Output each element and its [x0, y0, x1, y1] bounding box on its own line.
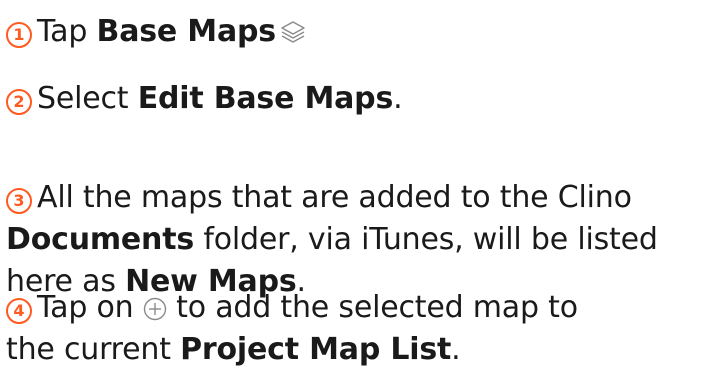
step-text: to add the selected map to: [166, 290, 578, 325]
plus-circle-icon: [143, 297, 167, 321]
edit-base-maps-label: Edit Base Maps: [137, 81, 394, 116]
step-text: Select: [37, 81, 138, 116]
step-number-badge: 1: [6, 22, 32, 48]
step-text: All the maps that are added to the Clino: [37, 180, 632, 215]
project-map-list-label: Project Map List: [180, 332, 452, 367]
step-text: the current: [6, 332, 181, 367]
step-3: 3 All the maps that are added to the Clin…: [6, 177, 658, 303]
step-4: 4 Tap on to add the selected map to the c…: [6, 287, 578, 371]
instruction-steps: 1 Tap Base Maps 2 Select Edit Base Maps. 3…: [0, 0, 701, 378]
step-text: Tap on: [37, 290, 143, 325]
step-text: Tap: [37, 14, 97, 49]
base-maps-label: Base Maps: [96, 14, 277, 49]
step-text: folder, via iTunes, will be listed: [194, 222, 658, 257]
step-number-badge: 4: [6, 298, 32, 324]
layers-icon: [280, 19, 306, 45]
documents-label: Documents: [6, 222, 195, 257]
step-2: 2 Select Edit Base Maps.: [6, 78, 403, 120]
step-text-suffix: .: [393, 81, 403, 116]
step-number-badge: 2: [6, 89, 32, 115]
step-text-suffix: .: [451, 332, 461, 367]
step-1: 1 Tap Base Maps: [6, 11, 306, 53]
step-number-badge: 3: [6, 188, 32, 214]
